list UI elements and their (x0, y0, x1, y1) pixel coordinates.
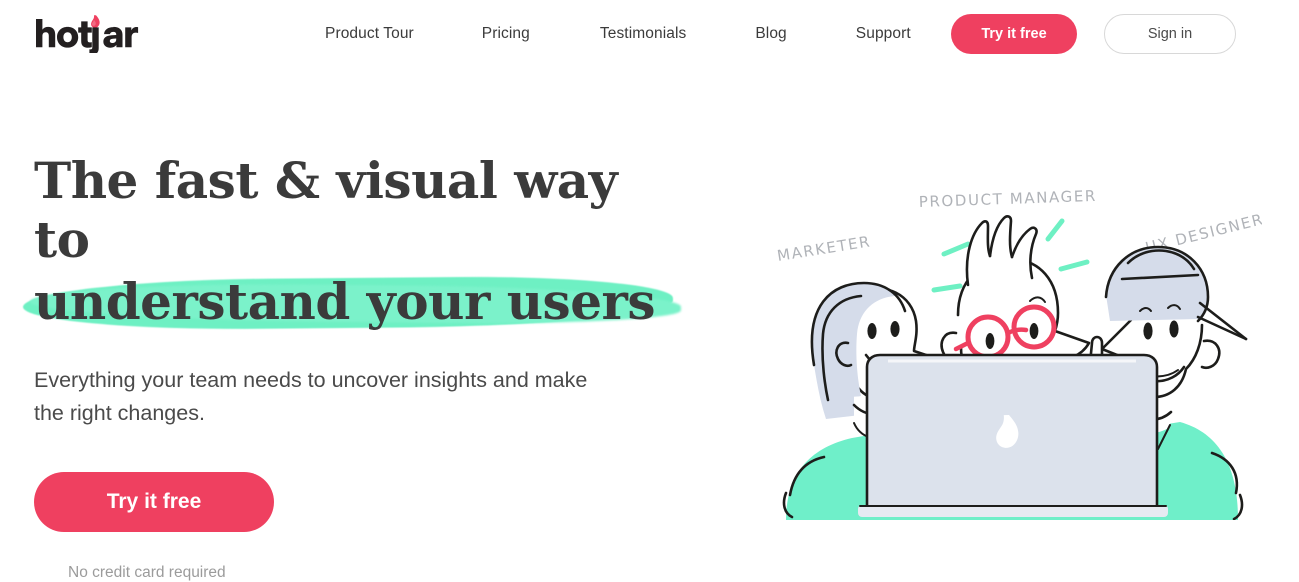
ux-eye-left (1143, 322, 1153, 340)
flame-icon (91, 15, 100, 28)
hotjar-logo[interactable] (34, 13, 144, 53)
illustration-label-marketer: MARKETER (776, 232, 872, 265)
label-marketer-text: MARKETER (776, 232, 872, 265)
hero-try-it-free-button[interactable]: Try it free (34, 472, 274, 532)
marketer-eye-right (890, 321, 900, 337)
nav-item-blog[interactable]: Blog (755, 25, 786, 43)
ux-eye-right (1169, 320, 1179, 338)
headline-highlighted-text: understand your users (34, 272, 656, 331)
nav-item-testimonials[interactable]: Testimonials (600, 25, 686, 43)
site-header: Product Tour Pricing Testimonials Blog S… (0, 0, 1299, 68)
hotjar-wordmark (36, 19, 139, 53)
label-product-manager-text: PRODUCT MANAGER (919, 187, 1098, 211)
headline-line-2: to understand your users (34, 209, 714, 333)
laptop (858, 353, 1168, 517)
marketer-eye-left (867, 323, 877, 339)
header-try-it-free-button[interactable]: Try it free (951, 14, 1077, 54)
nav-item-support[interactable]: Support (856, 25, 911, 43)
headline-prefix: to (34, 210, 90, 269)
pm-eye-left (985, 333, 995, 349)
sign-in-button[interactable]: Sign in (1104, 14, 1236, 54)
illustration-label-product-manager: PRODUCT MANAGER (919, 187, 1098, 211)
page-title: The fast & visual way to understand your… (34, 150, 714, 333)
headline-line-1: The fast & visual way (34, 151, 618, 210)
hero-illustration: .ln { fill:none; stroke:#1d1d1b; stroke-… (762, 165, 1262, 520)
hotjar-logo-svg (36, 15, 139, 53)
hero-subheadline: Everything your team needs to uncover in… (34, 368, 588, 425)
main-navigation: Product Tour Pricing Testimonials Blog S… (310, 0, 911, 68)
header-actions: Try it free Sign in (951, 14, 1236, 54)
team-at-laptop-illustration: .ln { fill:none; stroke:#1d1d1b; stroke-… (776, 187, 1262, 520)
nav-item-pricing[interactable]: Pricing (482, 25, 530, 43)
hero-content: The fast & visual way to understand your… (34, 150, 714, 582)
nav-item-product-tour[interactable]: Product Tour (325, 25, 414, 43)
pm-eye-right (1029, 323, 1039, 339)
no-credit-card-note: No credit card required (68, 564, 226, 581)
